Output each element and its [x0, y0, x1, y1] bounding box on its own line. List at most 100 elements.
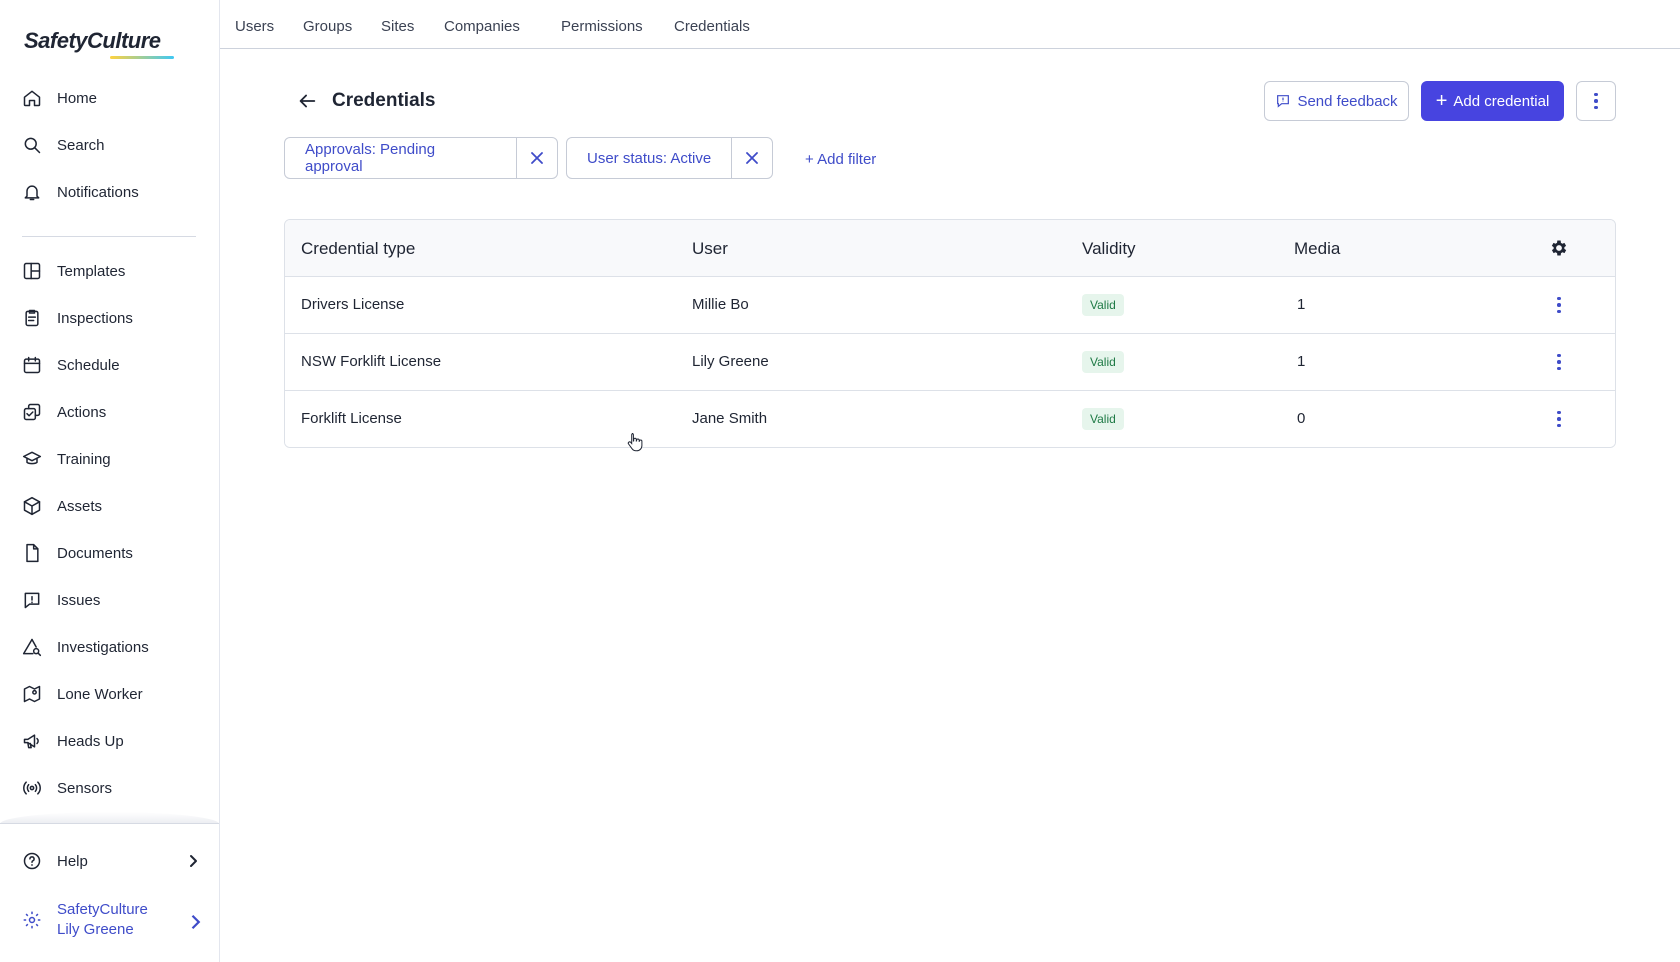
tab-groups[interactable]: Groups: [303, 18, 352, 35]
sidebar-item-label: Help: [57, 852, 88, 870]
sidebar-item-label: Training: [57, 450, 111, 468]
credential-type-cell: NSW Forklift License: [301, 353, 442, 370]
document-icon: [22, 543, 42, 563]
plus-icon: +: [1435, 90, 1448, 112]
remove-filter-button[interactable]: [732, 138, 772, 178]
add-filter-button[interactable]: + Add filter: [805, 151, 876, 168]
sidebar-item-label: Lone Worker: [57, 685, 143, 703]
table-row[interactable]: NSW Forklift License Lily Greene Valid 1: [285, 334, 1615, 391]
sidebar-item-label: Schedule: [57, 356, 120, 374]
page-title: Credentials: [332, 90, 436, 111]
tab-sites[interactable]: Sites: [381, 18, 414, 35]
sidebar-item-lone-worker[interactable]: Lone Worker: [0, 674, 219, 714]
issue-icon: [22, 590, 42, 610]
hand-pointer-cursor-icon: [627, 433, 643, 452]
sidebar-item-sensors[interactable]: Sensors: [0, 768, 219, 808]
sidebar-item-actions[interactable]: Actions: [0, 392, 219, 432]
sidebar-item-label: Inspections: [57, 309, 133, 327]
table-row[interactable]: Drivers License Millie Bo Valid 1: [285, 277, 1615, 334]
validity-badge: Valid: [1082, 408, 1124, 430]
sidebar-item-schedule[interactable]: Schedule: [0, 345, 219, 385]
sidebar-item-label: Documents: [57, 544, 133, 562]
home-icon: [22, 88, 42, 108]
chevron-right-icon: [185, 853, 201, 869]
media-count-cell: 0: [1297, 410, 1306, 427]
table-header: Credential type User Validity Media: [285, 220, 1615, 277]
column-header-media[interactable]: Media: [1294, 239, 1340, 259]
gear-icon: [22, 910, 42, 930]
row-menu-button[interactable]: [1547, 407, 1571, 431]
credential-type-cell: Forklift License: [301, 410, 402, 427]
sidebar-bottom-divider: [0, 823, 219, 824]
tab-permissions[interactable]: Permissions: [561, 18, 643, 35]
sidebar-item-label: Issues: [57, 591, 101, 609]
sidebar: SafetyCulture Home Search Notifications …: [0, 0, 220, 962]
validity-badge: Valid: [1082, 351, 1124, 373]
tab-credentials[interactable]: Credentials: [674, 18, 750, 35]
tab-companies[interactable]: Companies: [444, 18, 520, 35]
filter-label[interactable]: Approvals: Pending approval: [285, 138, 518, 178]
add-credential-button[interactable]: + Add credential: [1421, 81, 1564, 121]
feedback-icon: [1277, 95, 1290, 108]
sensor-icon: [22, 778, 42, 798]
row-menu-button[interactable]: [1547, 293, 1571, 317]
credential-type-cell: Drivers License: [301, 296, 405, 313]
sidebar-item-label: Templates: [57, 262, 126, 280]
sidebar-item-label: Notifications: [57, 183, 139, 201]
sidebar-item-investigations[interactable]: Investigations: [0, 627, 219, 667]
chevron-right-icon: [185, 912, 201, 930]
send-feedback-button[interactable]: Send feedback: [1264, 81, 1409, 121]
user-name: Lily Greene: [57, 921, 134, 938]
credentials-table: Credential type User Validity Media Driv…: [284, 219, 1616, 448]
media-count-cell: 1: [1297, 296, 1306, 313]
sidebar-item-templates[interactable]: Templates: [0, 251, 219, 291]
column-header-user[interactable]: User: [692, 239, 728, 259]
actions-icon: [22, 402, 42, 422]
safetyculture-logo[interactable]: SafetyCulture: [24, 28, 161, 54]
sidebar-item-inspections[interactable]: Inspections: [0, 298, 219, 338]
table-settings-gear-icon[interactable]: [1547, 236, 1571, 260]
close-icon: [531, 152, 543, 164]
add-credential-label: Add credential: [1453, 92, 1550, 110]
table-row[interactable]: Forklift License Jane Smith Valid 0: [285, 391, 1615, 447]
remove-filter-button[interactable]: [517, 138, 557, 178]
column-header-credential-type[interactable]: Credential type: [301, 239, 415, 259]
megaphone-icon: [22, 731, 42, 751]
sidebar-item-notifications[interactable]: Notifications: [0, 172, 219, 212]
calendar-icon: [22, 355, 42, 375]
sidebar-item-issues[interactable]: Issues: [0, 580, 219, 620]
filter-label[interactable]: User status: Active: [567, 138, 733, 178]
arrow-left-icon: [299, 94, 316, 108]
org-user-menu[interactable]: SafetyCulture Lily Greene: [0, 896, 219, 944]
sidebar-item-label: Heads Up: [57, 732, 124, 750]
sidebar-item-label: Actions: [57, 403, 107, 421]
close-icon: [746, 152, 759, 164]
kebab-menu-icon: [1557, 410, 1561, 428]
validity-badge: Valid: [1082, 294, 1124, 316]
sidebar-item-label: Assets: [57, 497, 103, 515]
sidebar-item-help[interactable]: Help: [0, 841, 219, 881]
sidebar-item-documents[interactable]: Documents: [0, 533, 219, 573]
sidebar-item-training[interactable]: Training: [0, 439, 219, 479]
filter-chip-user-status: User status: Active: [566, 137, 773, 179]
tab-users[interactable]: Users: [235, 18, 274, 35]
back-button[interactable]: [296, 90, 318, 112]
sidebar-item-assets[interactable]: Assets: [0, 486, 219, 526]
investigation-icon: [22, 637, 42, 657]
sidebar-item-heads-up[interactable]: Heads Up: [0, 721, 219, 761]
sidebar-item-label: Home: [57, 89, 98, 107]
row-menu-button[interactable]: [1547, 350, 1571, 374]
kebab-menu-icon: [1557, 353, 1561, 371]
graduation-cap-icon: [22, 449, 42, 469]
sidebar-item-label: Investigations: [57, 638, 149, 656]
column-header-validity[interactable]: Validity: [1082, 239, 1136, 259]
send-feedback-label: Send feedback: [1297, 92, 1398, 110]
sidebar-item-label: Search: [57, 136, 105, 154]
sidebar-item-search[interactable]: Search: [0, 125, 219, 165]
filter-chip-approvals: Approvals: Pending approval: [284, 137, 558, 179]
logo-underline: [110, 56, 174, 59]
user-cell: Lily Greene: [692, 353, 769, 370]
bell-icon: [22, 182, 42, 202]
sidebar-item-home[interactable]: Home: [0, 78, 219, 118]
more-options-button[interactable]: [1576, 81, 1616, 121]
